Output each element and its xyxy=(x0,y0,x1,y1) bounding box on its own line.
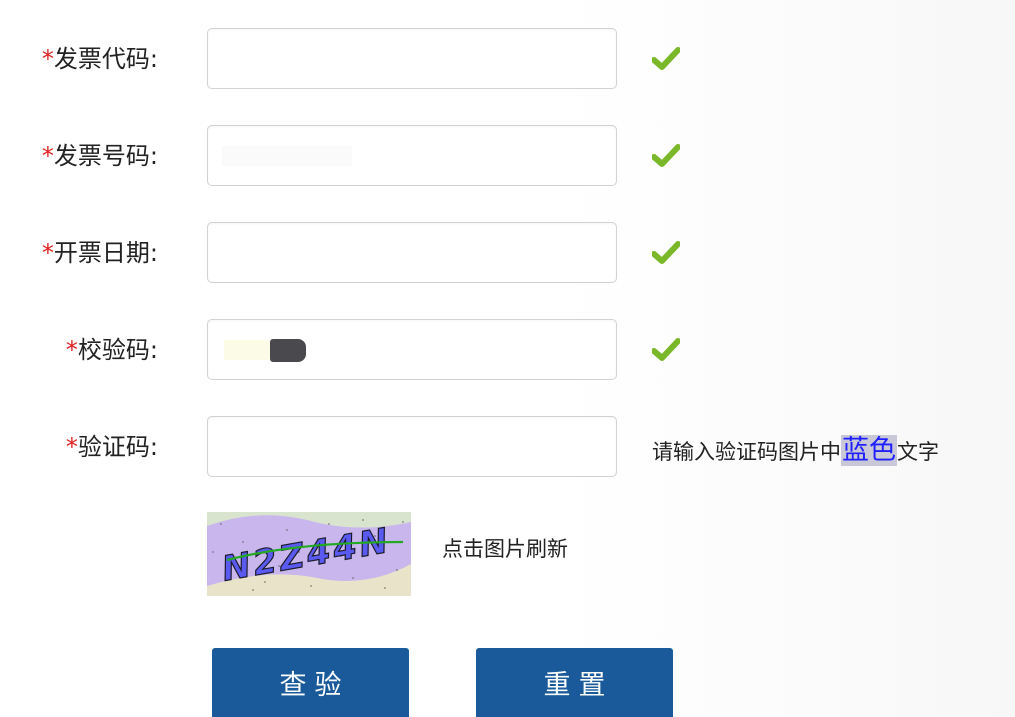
captcha-image[interactable]: N2Z44N xyxy=(207,512,411,596)
reset-button[interactable]: 重置 xyxy=(476,648,673,717)
check-icon xyxy=(652,144,680,167)
invoice-code-label: *发票代码: xyxy=(41,45,158,73)
check-button[interactable]: 查验 xyxy=(212,648,409,717)
check-code-input[interactable] xyxy=(207,319,617,380)
invoice-date-input[interactable] xyxy=(207,222,617,283)
invoice-code-input[interactable] xyxy=(207,28,617,89)
captcha-input[interactable] xyxy=(207,416,617,477)
invoice-number-input[interactable] xyxy=(207,125,617,186)
captcha-hint: 请输入验证码图片中蓝色文字 xyxy=(652,435,939,466)
masked-value xyxy=(222,146,352,166)
check-icon xyxy=(652,338,680,361)
check-icon xyxy=(652,241,680,264)
refresh-captcha-link[interactable]: 点击图片刷新 xyxy=(442,534,568,564)
check-code-label: *校验码: xyxy=(65,336,158,364)
invoice-date-label: *开票日期: xyxy=(41,239,158,267)
captcha-label: *验证码: xyxy=(65,433,158,461)
masked-value xyxy=(224,340,270,360)
invoice-number-label: *发票号码: xyxy=(41,142,158,170)
captcha-color-highlight: 蓝色 xyxy=(841,435,897,466)
check-icon xyxy=(652,47,680,70)
masked-value xyxy=(270,339,306,362)
